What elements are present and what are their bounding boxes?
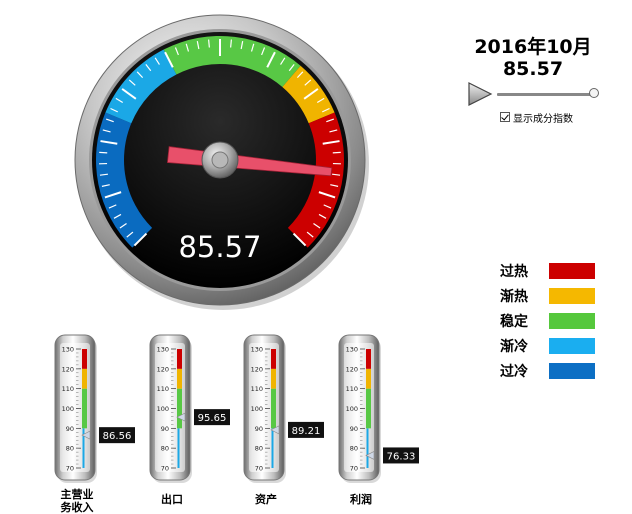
legend-item-cooling: 渐冷 [500, 333, 595, 358]
legend-label: 渐冷 [500, 338, 528, 355]
thermometer-tick-label: 70 [255, 465, 263, 473]
thermo-label-line: 主营业 [60, 488, 94, 501]
legend-label: 过热 [500, 263, 528, 280]
show-component-index-checkbox[interactable] [500, 112, 510, 122]
gauge-minor-tick [208, 39, 210, 48]
thermo-label-line: 出口 [161, 493, 183, 506]
gauge-minor-tick [230, 39, 232, 48]
thermo-label-assets: 资产 [231, 493, 301, 506]
thermometer-tick-label: 120 [251, 365, 263, 373]
thermometer-tick-label: 120 [157, 365, 169, 373]
legend-item-stable: 稳定 [500, 308, 595, 333]
thermometer-tick-label: 100 [346, 405, 358, 413]
thermometer-tick-label: 80 [255, 445, 263, 453]
thermometer-tick-label: 100 [157, 405, 169, 413]
play-icon[interactable] [467, 82, 493, 106]
time-slider-track[interactable] [497, 93, 595, 96]
thermometer-zone [177, 368, 182, 389]
thermometer-tick-label: 90 [66, 425, 74, 433]
component-thermometers: 130 120 110 100 90 80 70 86.56 130 120 110 100 90 80 7… [54, 334, 419, 483]
gauge-minor-tick [332, 151, 341, 154]
thermometer-tick-label: 70 [161, 465, 169, 473]
thermometer-tick-label: 120 [62, 365, 74, 373]
thermometer-zone [271, 349, 276, 369]
thermo-label-profit: 利润 [326, 493, 396, 506]
thermometer-tick-label: 130 [251, 346, 263, 354]
thermometer-tick-label: 90 [255, 425, 263, 433]
main-gauge: 85.57 [74, 14, 369, 310]
thermometer-tick-label: 120 [346, 365, 358, 373]
legend-item-warming: 渐热 [500, 283, 595, 308]
legend-swatch [549, 312, 595, 329]
thermometer-zone [82, 349, 87, 369]
thermometer-tick-label: 80 [350, 445, 358, 453]
thermometer-tick-label: 130 [346, 346, 358, 354]
thermometer-zone [177, 349, 182, 369]
thermometer-zone [366, 368, 371, 389]
show-component-index-toggle[interactable]: 显示成分指数 [500, 110, 573, 125]
thermometer-value-readout: 76.33 [387, 451, 416, 462]
gauge-value-readout: 85.57 [178, 230, 261, 264]
thermo-label-line: 利润 [350, 493, 372, 506]
thermometer-tick-label: 100 [62, 405, 74, 413]
legend-item-overcool: 过冷 [500, 358, 595, 383]
gauge-hub-center [211, 151, 229, 169]
thermometer-tick-label: 90 [161, 425, 169, 433]
thermometer-zone [82, 368, 87, 389]
legend-label: 渐热 [500, 288, 528, 305]
thermometer-tick-label: 130 [157, 346, 169, 354]
thermometer-tick-label: 110 [157, 385, 169, 393]
thermometer-tick-label: 80 [66, 445, 74, 453]
thermometer-zone [177, 388, 182, 429]
period-title: 2016年10月 [474, 36, 592, 58]
thermometer-value-readout: 89.21 [292, 426, 321, 437]
thermometer-value-readout: 86.56 [103, 431, 132, 442]
thermometer-zone [271, 368, 276, 389]
thermometer: 130 120 110 100 90 80 70 95.65 [149, 334, 230, 483]
show-component-index-label: 显示成分指数 [513, 113, 573, 125]
thermometer: 130 120 110 100 90 80 70 89.21 [243, 334, 324, 483]
legend-label: 稳定 [500, 313, 528, 330]
thermo-label-export: 出口 [137, 493, 207, 506]
index-value: 85.57 [502, 58, 564, 80]
thermometer-tick-label: 110 [251, 385, 263, 393]
thermometer-tick-label: 110 [346, 385, 358, 393]
thermo-label-main-revenue: 主营业 务收入 [42, 488, 112, 514]
thermometer-tick-label: 90 [350, 425, 358, 433]
thermo-label-line: 务收入 [60, 501, 94, 514]
thermometer: 130 120 110 100 90 80 70 86.56 [54, 334, 135, 483]
legend-swatch [549, 337, 595, 354]
thermometer-zone [271, 428, 274, 468]
status-legend: 过热 渐热 稳定 渐冷 过冷 [500, 258, 595, 383]
legend-swatch [549, 362, 595, 379]
thermometer-zone [366, 388, 371, 429]
time-slider-thumb[interactable] [589, 88, 599, 98]
thermometer-tick-label: 70 [350, 465, 358, 473]
thermometer-zone [366, 349, 371, 369]
gauge-minor-tick [99, 151, 108, 154]
thermometer-tick-label: 100 [251, 405, 263, 413]
legend-item-overheat: 过热 [500, 258, 595, 283]
thermometer-tick-label: 110 [62, 385, 74, 393]
thermometer-zone [366, 428, 369, 468]
thermometer: 130 120 110 100 90 80 70 76.33 [338, 334, 419, 483]
thermometer-zone [82, 388, 87, 429]
thermometer-tick-label: 80 [161, 445, 169, 453]
thermo-label-line: 资产 [255, 493, 277, 506]
thermometer-value-readout: 95.65 [198, 413, 227, 424]
thermometer-tick-label: 70 [66, 465, 74, 473]
thermometer-zone [177, 428, 180, 468]
legend-label: 过冷 [500, 363, 528, 380]
thermometer-tick-label: 130 [62, 346, 74, 354]
legend-swatch [549, 262, 595, 279]
thermometer-zone [271, 388, 276, 429]
legend-swatch [549, 287, 595, 304]
